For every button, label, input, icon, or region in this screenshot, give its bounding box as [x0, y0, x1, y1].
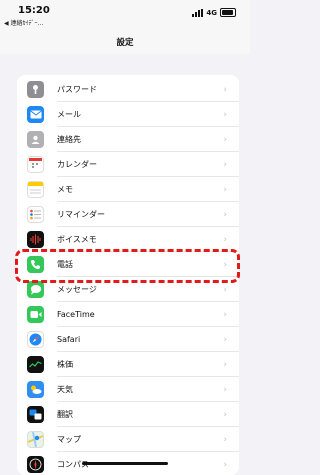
status-time: 15:20	[18, 5, 50, 16]
settings-row-calendar[interactable]: カレンダー ›	[17, 152, 239, 177]
settings-row-stocks[interactable]: 株価 ›	[17, 352, 239, 377]
chevron-right-icon: ›	[223, 384, 227, 395]
settings-row-label: Safari	[57, 335, 81, 344]
reminders-icon	[27, 206, 44, 223]
calendar-icon	[27, 156, 44, 173]
settings-row-label: メッセージ	[57, 285, 97, 294]
page-title: 設定	[116, 38, 134, 48]
settings-row-label: 連絡先	[57, 135, 81, 144]
settings-row-label: メール	[57, 110, 81, 119]
chevron-right-icon: ›	[223, 284, 227, 295]
settings-row-label: 株価	[57, 360, 73, 369]
network-type: 4G	[206, 8, 217, 17]
settings-row-label: マップ	[57, 435, 81, 444]
key-icon	[27, 81, 44, 98]
settings-row-notes[interactable]: メモ ›	[17, 177, 239, 202]
settings-row-passwords[interactable]: パスワード ›	[17, 77, 239, 102]
navigation-bar: 設定	[0, 30, 250, 54]
settings-row-label: 翻訳	[57, 410, 73, 419]
chevron-right-icon: ›	[223, 134, 227, 145]
mail-icon	[27, 106, 44, 123]
weather-icon	[27, 381, 44, 398]
chevron-right-icon: ›	[223, 159, 227, 170]
messages-icon	[27, 281, 44, 298]
chevron-right-icon: ›	[223, 459, 227, 470]
settings-row-translate[interactable]: 翻訳 ›	[17, 402, 239, 427]
back-to-app-link[interactable]: ◀ 連絡ｶｲﾃﾞｰ…	[4, 18, 44, 27]
settings-row-facetime[interactable]: FaceTime ›	[17, 302, 239, 327]
settings-row-label: パスワード	[57, 85, 97, 94]
chevron-right-icon: ›	[223, 234, 227, 245]
settings-row-label: 天気	[57, 385, 73, 394]
settings-row-label: FaceTime	[57, 310, 95, 319]
chevron-right-icon: ›	[223, 109, 227, 120]
settings-row-label: カレンダー	[57, 160, 97, 169]
stocks-icon	[27, 356, 44, 373]
signal-icon	[192, 8, 204, 17]
status-bar: 15:20 ◀ 連絡ｶｲﾃﾞｰ… 4G	[0, 0, 250, 30]
home-indicator[interactable]	[82, 462, 168, 465]
contacts-icon	[27, 131, 44, 148]
settings-row-label: メモ	[57, 185, 73, 194]
settings-row-safari[interactable]: Safari ›	[17, 327, 239, 352]
status-indicators: 4G	[192, 8, 236, 17]
maps-icon	[27, 431, 44, 448]
chevron-right-icon: ›	[223, 184, 227, 195]
translate-icon	[27, 406, 44, 423]
safari-icon	[27, 331, 44, 348]
facetime-icon	[27, 306, 44, 323]
chevron-right-icon: ›	[223, 434, 227, 445]
settings-row-weather[interactable]: 天気 ›	[17, 377, 239, 402]
chevron-right-icon: ›	[223, 309, 227, 320]
chevron-right-icon: ›	[223, 84, 227, 95]
notes-icon	[27, 181, 44, 198]
settings-row-mail[interactable]: メール ›	[17, 102, 239, 127]
chevron-right-icon: ›	[223, 209, 227, 220]
voice-memo-icon	[27, 231, 44, 248]
settings-row-label: ボイスメモ	[57, 235, 97, 244]
settings-row-maps[interactable]: マップ ›	[17, 427, 239, 452]
chevron-right-icon: ›	[223, 409, 227, 420]
phone-row-highlight	[15, 249, 240, 283]
chevron-right-icon: ›	[223, 334, 227, 345]
chevron-right-icon: ›	[223, 359, 227, 370]
compass-icon	[27, 456, 44, 473]
settings-row-label: リマインダー	[57, 210, 105, 219]
battery-icon	[220, 8, 236, 17]
settings-row-contacts[interactable]: 連絡先 ›	[17, 127, 239, 152]
settings-row-reminders[interactable]: リマインダー ›	[17, 202, 239, 227]
